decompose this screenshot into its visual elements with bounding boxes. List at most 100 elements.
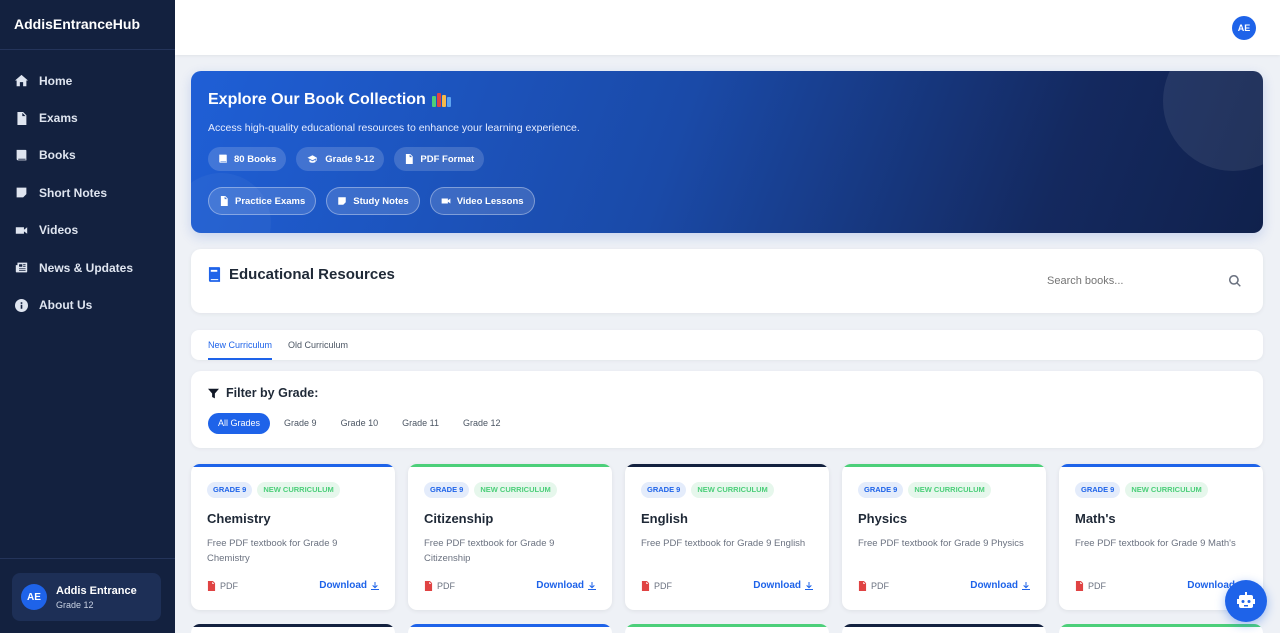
file-format-label: PDF (1088, 580, 1106, 591)
file-format: PDF (207, 580, 238, 591)
user-profile-card[interactable]: AE Addis Entrance Grade 12 (12, 573, 161, 621)
book-card[interactable]: GRADE 9 NEW CURRICULUM Physics Free PDF … (842, 464, 1046, 610)
study-notes-button[interactable]: Study Notes (326, 187, 420, 215)
decorative-circle (1163, 71, 1263, 171)
book-card[interactable] (1059, 624, 1263, 633)
grade-all-button[interactable]: All Grades (208, 413, 271, 434)
book-description: Free PDF textbook for Grade 9 Math's (1075, 538, 1236, 549)
pdf-icon (207, 580, 216, 591)
pdf-icon (424, 580, 433, 591)
book-footer: PDF Download (858, 580, 1030, 591)
brand-logo[interactable]: AddisEntranceHub (0, 0, 175, 50)
pdf-icon (406, 154, 414, 164)
search-icon[interactable] (1229, 275, 1241, 287)
sidebar-item-home[interactable]: Home (0, 62, 175, 99)
graduation-cap-icon (307, 155, 318, 163)
note-icon (338, 197, 346, 205)
chatbot-button[interactable] (1225, 580, 1267, 622)
grade-badge: GRADE 9 (858, 482, 904, 498)
search-input[interactable] (1039, 275, 1219, 287)
download-button[interactable]: Download (970, 580, 1030, 591)
book-card[interactable]: GRADE 9 NEW CURRICULUM English Free PDF … (625, 464, 829, 610)
curriculum-badge: NEW CURRICULUM (1125, 482, 1208, 498)
book-title: Chemistry (207, 511, 271, 526)
book-description: Free PDF textbook for Grade 9 Physics (858, 538, 1024, 549)
download-button[interactable]: Download (536, 580, 596, 591)
practice-exams-button[interactable]: Practice Exams (208, 187, 317, 215)
download-button[interactable]: Download (753, 580, 813, 591)
card-accent-bar (625, 624, 829, 627)
filter-icon (208, 388, 219, 398)
book-card[interactable] (842, 624, 1046, 633)
book-card[interactable] (191, 624, 395, 633)
curriculum-badge: NEW CURRICULUM (908, 482, 991, 498)
file-format-label: PDF (654, 580, 672, 591)
stat-grades: Grade 9-12 (296, 147, 385, 171)
hero-links: Practice Exams Study Notes Video Lessons (208, 187, 535, 215)
sidebar-item-label: News & Updates (39, 260, 134, 275)
user-name: Addis Entrance (56, 584, 137, 597)
tab-new-curriculum[interactable]: New Curriculum (208, 330, 273, 360)
book-badges: GRADE 9 NEW CURRICULUM (207, 482, 340, 498)
note-icon (16, 187, 27, 198)
hero-title-text: Explore Our Book Collection (208, 91, 426, 108)
book-card[interactable] (408, 624, 612, 633)
video-icon (15, 227, 28, 234)
book-icon (208, 267, 221, 282)
info-icon (15, 298, 28, 312)
sidebar-divider (0, 558, 175, 559)
tab-old-curriculum[interactable]: Old Curriculum (288, 330, 348, 360)
book-title: English (641, 511, 688, 526)
pdf-icon (1075, 580, 1084, 591)
sidebar-item-about[interactable]: About Us (0, 286, 175, 323)
curriculum-badge: NEW CURRICULUM (257, 482, 340, 498)
book-footer: PDF Download (641, 580, 813, 591)
sidebar-item-books[interactable]: Books (0, 137, 175, 174)
book-card[interactable]: GRADE 9 NEW CURRICULUM Citizenship Free … (408, 464, 612, 610)
grade-12-button[interactable]: Grade 12 (453, 413, 511, 434)
document-icon (220, 196, 228, 206)
book-badges: GRADE 9 NEW CURRICULUM (641, 482, 774, 498)
sidebar-item-label: Videos (39, 223, 79, 238)
download-button[interactable]: Download (319, 580, 379, 591)
video-lessons-button[interactable]: Video Lessons (429, 187, 535, 215)
sidebar-item-exams[interactable]: Exams (0, 99, 175, 136)
avatar[interactable]: AE (1232, 16, 1256, 40)
book-footer: PDF Download (424, 580, 596, 591)
book-title: Physics (858, 511, 908, 526)
user-info: Addis Entrance Grade 12 (56, 585, 137, 610)
sidebar-item-short-notes[interactable]: Short Notes (0, 174, 175, 211)
curriculum-badge: NEW CURRICULUM (691, 482, 774, 498)
document-icon (17, 111, 27, 125)
grade-badge: GRADE 9 (1075, 482, 1121, 498)
pdf-icon (858, 580, 867, 591)
grade-badge: GRADE 9 (207, 482, 253, 498)
book-description: Free PDF textbook for Grade 9 Chemistry (207, 538, 338, 564)
download-icon (371, 581, 379, 590)
sidebar-item-news[interactable]: News & Updates (0, 249, 175, 286)
grade-10-button[interactable]: Grade 10 (331, 413, 389, 434)
grade-9-button[interactable]: Grade 9 (274, 413, 327, 434)
section-title: Educational Resources (208, 266, 395, 283)
book-description: Free PDF textbook for Grade 9 Citizenshi… (424, 538, 555, 564)
card-accent-bar (1059, 464, 1263, 467)
file-format-label: PDF (220, 580, 238, 591)
book-badges: GRADE 9 NEW CURRICULUM (1075, 482, 1208, 498)
download-label: Download (970, 580, 1018, 591)
card-accent-bar (625, 464, 829, 467)
pdf-icon (641, 580, 650, 591)
grade-11-button[interactable]: Grade 11 (392, 413, 449, 434)
sidebar-item-label: Exams (39, 111, 78, 126)
book-description: Free PDF textbook for Grade 9 English (641, 538, 806, 549)
sidebar-item-label: Books (39, 148, 76, 163)
book-badges: GRADE 9 NEW CURRICULUM (424, 482, 557, 498)
video-icon (441, 198, 451, 204)
hero-subtitle: Access high-quality educational resource… (208, 122, 580, 134)
file-format: PDF (858, 580, 889, 591)
grade-filter: Filter by Grade: All Grades Grade 9 Grad… (191, 371, 1263, 448)
book-card[interactable] (625, 624, 829, 633)
sidebar-item-videos[interactable]: Videos (0, 212, 175, 249)
book-card[interactable]: GRADE 9 NEW CURRICULUM Chemistry Free PD… (191, 464, 395, 610)
download-icon (1022, 581, 1030, 590)
search-box (1039, 269, 1249, 293)
